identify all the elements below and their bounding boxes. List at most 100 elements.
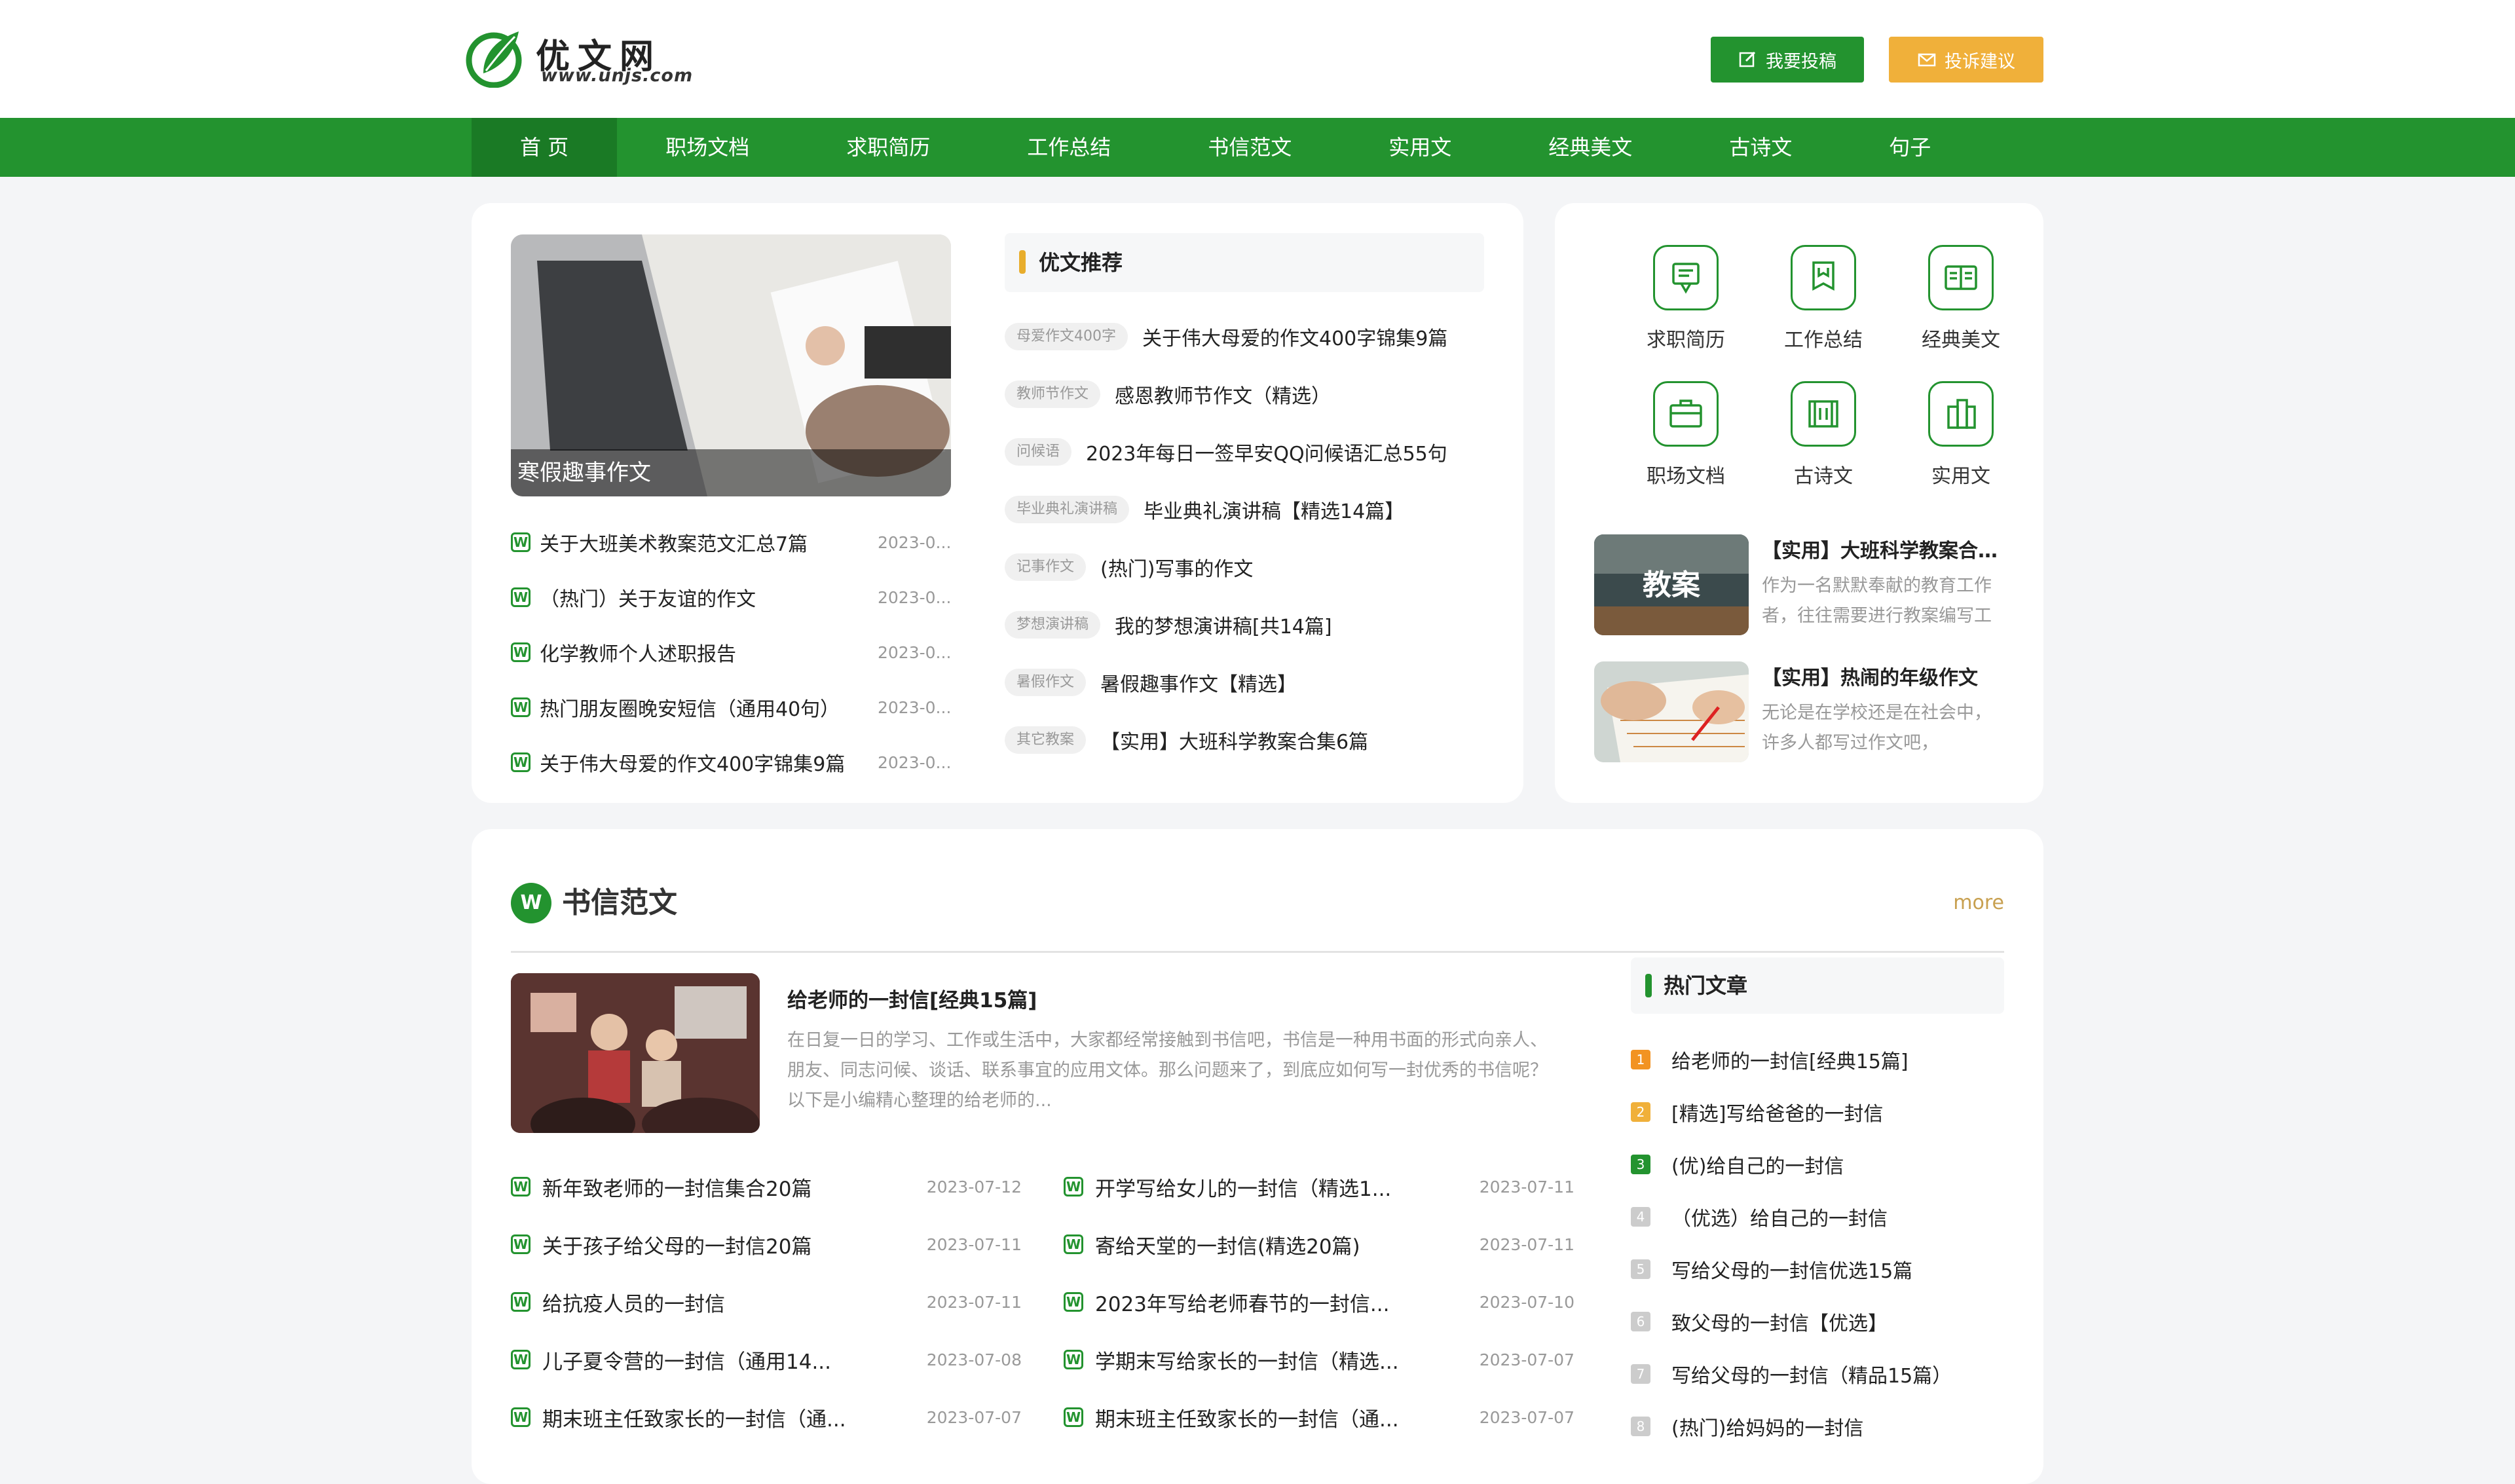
category-workplace-docs[interactable]: 职场文档 xyxy=(1633,381,1738,489)
hot-article-item[interactable]: 6 致父母的一封信【优选】 xyxy=(1631,1295,2004,1348)
site-logo[interactable]: 优文网 www.unjs.com xyxy=(464,28,726,90)
article-title: 新年致老师的一封信集合20篇 xyxy=(542,1177,812,1201)
category-card: 求职简历 工作总结 经典美文 职场文档 古诗文 实用文 教案 【实用】大班科学教… xyxy=(1555,203,2043,803)
nav-item-letters[interactable]: 书信范文 xyxy=(1159,118,1340,177)
recommend-tag[interactable]: 梦想演讲稿 xyxy=(1005,611,1101,639)
recommend-link[interactable]: 感恩教师节作文（精选） xyxy=(1115,380,1331,409)
rank-badge: 2 xyxy=(1631,1102,1650,1122)
recommend-item: 问候语 2023年每日一签早安QQ问候语汇总55句 xyxy=(1005,423,1502,481)
section-top-post[interactable]: 给老师的一封信[经典15篇] 在日复一日的学习、工作或生活中，大家都经常接触到书… xyxy=(511,973,1585,1133)
list-item[interactable]: W 化学教师个人述职报告 2023-0... xyxy=(511,625,951,680)
article-row[interactable]: W 开学写给女儿的一封信（精选1... 2023-07-11 xyxy=(1064,1158,1574,1215)
section-more-link[interactable]: more xyxy=(1953,879,2004,927)
submit-article-button[interactable]: 我要投稿 xyxy=(1711,37,1864,83)
category-ancient-poetry[interactable]: 古诗文 xyxy=(1771,381,1876,489)
hot-article-item[interactable]: 8 (热门)给妈妈的一封信 xyxy=(1631,1400,2004,1453)
recommend-item: 毕业典礼演讲稿 毕业典礼演讲稿【精选14篇】 xyxy=(1005,481,1502,538)
document-w-icon: W xyxy=(1064,1407,1083,1427)
category-practical[interactable]: 实用文 xyxy=(1909,381,2013,489)
category-work-summary[interactable]: 工作总结 xyxy=(1771,245,1876,352)
hot-accent-bar xyxy=(1645,974,1652,997)
recommend-link[interactable]: 关于伟大母爱的作文400字锦集9篇 xyxy=(1142,322,1447,351)
side-post-thumbnail: 教案 xyxy=(1594,534,1749,635)
hot-article-item[interactable]: 2 [精选]写给爸爸的一封信 xyxy=(1631,1086,2004,1138)
recommend-link[interactable]: 【实用】大班科学教案合集6篇 xyxy=(1100,726,1368,754)
recommend-tag[interactable]: 教师节作文 xyxy=(1005,380,1101,408)
article-row[interactable]: W 学期末写给家长的一封信（精选... 2023-07-07 xyxy=(1064,1331,1574,1388)
recommend-tag[interactable]: 其它教案 xyxy=(1005,726,1087,754)
list-item[interactable]: W 关于伟大母爱的作文400字锦集9篇 2023-0... xyxy=(511,735,951,790)
hot-article-title: (优)给自己的一封信 xyxy=(1671,1155,1844,1178)
hot-article-item[interactable]: 3 (优)给自己的一封信 xyxy=(1631,1138,2004,1191)
recommend-link[interactable]: (热门)写事的作文 xyxy=(1100,553,1253,582)
nav-item-workplace-docs[interactable]: 职场文档 xyxy=(617,118,798,177)
article-row[interactable]: W 期末班主任致家长的一封信（通... 2023-07-07 xyxy=(511,1388,1022,1446)
recommend-link[interactable]: 我的梦想演讲稿[共14篇] xyxy=(1115,610,1332,639)
side-post-thumb-text: 教案 xyxy=(1643,568,1701,602)
article-row[interactable]: W 寄给天堂的一封信(精选20篇) 2023-07-11 xyxy=(1064,1215,1574,1273)
side-post[interactable]: 【实用】热闹的年级作文 无论是在学校还是在社会中，许多人都写过作文吧， xyxy=(1594,661,2013,762)
document-w-icon: W xyxy=(511,697,531,717)
article-title: 2023年写给老师春节的一封信... xyxy=(1095,1292,1390,1316)
nav-item-home[interactable]: 首 页 xyxy=(472,118,618,177)
complaint-label: 投诉建议 xyxy=(1945,51,2015,72)
top-post-desc: 在日复一日的学习、工作或生活中，大家都经常接触到书信吧，书信是一种用书面的形式向… xyxy=(787,1030,1548,1111)
list-item-title: 热门朋友圈晚安短信（通用40句） xyxy=(540,698,840,721)
category-label: 古诗文 xyxy=(1794,465,1853,488)
article-date: 2023-07-11 xyxy=(926,1292,1022,1312)
article-row[interactable]: W 期末班主任致家长的一封信（通... 2023-07-07 xyxy=(1064,1388,1574,1446)
recommend-tag[interactable]: 暑假作文 xyxy=(1005,669,1087,696)
submit-article-label: 我要投稿 xyxy=(1766,51,1836,72)
list-item[interactable]: W 热门朋友圈晚安短信（通用40句） 2023-0... xyxy=(511,680,951,735)
article-title: 期末班主任致家长的一封信（通... xyxy=(542,1407,846,1432)
hot-article-item[interactable]: 1 给老师的一封信[经典15篇] xyxy=(1631,1033,2004,1086)
recommend-tag[interactable]: 母爱作文400字 xyxy=(1005,323,1128,350)
list-item[interactable]: W （热门）关于友谊的作文 2023-0... xyxy=(511,570,951,625)
hot-article-item[interactable]: 5 写给父母的一封信优选15篇 xyxy=(1631,1243,2004,1295)
side-post-thumbnail xyxy=(1594,661,1749,762)
nav-item-work-summary[interactable]: 工作总结 xyxy=(978,118,1159,177)
hot-article-item[interactable]: 7 写给父母的一封信（精品15篇） xyxy=(1631,1348,2004,1400)
article-title: 寄给天堂的一封信(精选20篇) xyxy=(1095,1234,1360,1259)
document-w-icon: W xyxy=(1064,1177,1083,1196)
article-row[interactable]: W 新年致老师的一封信集合20篇 2023-07-12 xyxy=(511,1158,1022,1215)
recommend-tag[interactable]: 问候语 xyxy=(1005,438,1072,466)
side-post-desc: 作为一名默默奉献的教育工作者，往往需要进行教案编写工作 xyxy=(1762,576,1992,626)
recommend-link[interactable]: 毕业典礼演讲稿【精选14篇】 xyxy=(1144,495,1404,524)
recommend-link[interactable]: 2023年每日一签早安QQ问候语汇总55句 xyxy=(1086,437,1447,466)
article-row[interactable]: W 儿子夏令营的一封信（通用14... 2023-07-08 xyxy=(511,1331,1022,1388)
recommend-tag[interactable]: 毕业典礼演讲稿 xyxy=(1005,496,1130,523)
nav-item-classic-essays[interactable]: 经典美文 xyxy=(1500,118,1681,177)
category-classic-essays[interactable]: 经典美文 xyxy=(1909,245,2013,352)
article-title: 期末班主任致家长的一封信（通... xyxy=(1095,1407,1399,1432)
featured-image-link[interactable]: 寒假趣事作文 xyxy=(511,234,951,496)
nav-item-ancient-poetry[interactable]: 古诗文 xyxy=(1681,118,1840,177)
category-resume[interactable]: 求职简历 xyxy=(1633,245,1738,352)
nav-item-practical[interactable]: 实用文 xyxy=(1340,118,1500,177)
article-row[interactable]: W 2023年写给老师春节的一封信... 2023-07-10 xyxy=(1064,1273,1574,1331)
category-label: 求职简历 xyxy=(1647,329,1725,352)
briefcase-icon xyxy=(1653,381,1719,447)
recommend-link[interactable]: 暑假趣事作文【精选】 xyxy=(1100,668,1297,697)
hot-article-item[interactable]: 4 （优选）给自己的一封信 xyxy=(1631,1191,2004,1243)
side-post[interactable]: 教案 【实用】大班科学教案合集6篇 作为一名默默奉献的教育工作者，往往需要进行教… xyxy=(1594,534,2013,635)
featured-list: W 关于大班美术教案范文汇总7篇 2023-0... W （热门）关于友谊的作文 202… xyxy=(511,515,951,790)
logo-url: www.unjs.com xyxy=(541,65,694,86)
article-row[interactable]: W 给抗疫人员的一封信 2023-07-11 xyxy=(511,1273,1022,1331)
nav-item-sentences[interactable]: 句子 xyxy=(1840,118,1979,177)
document-w-icon: W xyxy=(511,1234,531,1254)
list-item[interactable]: W 关于大班美术教案范文汇总7篇 2023-0... xyxy=(511,515,951,570)
document-w-icon: W xyxy=(511,642,531,662)
hot-articles-title: 热门文章 xyxy=(1664,973,1748,998)
article-row[interactable]: W 关于孩子给父母的一封信20篇 2023-07-11 xyxy=(511,1215,1022,1273)
nav-item-resume[interactable]: 求职简历 xyxy=(798,118,978,177)
recommend-header: 优文推荐 xyxy=(1005,233,1484,292)
recommend-tag[interactable]: 记事作文 xyxy=(1005,553,1087,581)
recommend-list: 母爱作文400字 关于伟大母爱的作文400字锦集9篇 教师节作文 感恩教师节作文（精… xyxy=(1005,308,1502,769)
recommend-item: 母爱作文400字 关于伟大母爱的作文400字锦集9篇 xyxy=(1005,308,1502,365)
category-label: 职场文档 xyxy=(1647,465,1725,488)
site-header: 优文网 www.unjs.com 我要投稿 投诉建议 xyxy=(0,0,2515,118)
complaint-button[interactable]: 投诉建议 xyxy=(1889,37,2043,83)
rank-badge: 5 xyxy=(1631,1259,1650,1279)
hot-article-title: (热门)给妈妈的一封信 xyxy=(1671,1417,1864,1440)
